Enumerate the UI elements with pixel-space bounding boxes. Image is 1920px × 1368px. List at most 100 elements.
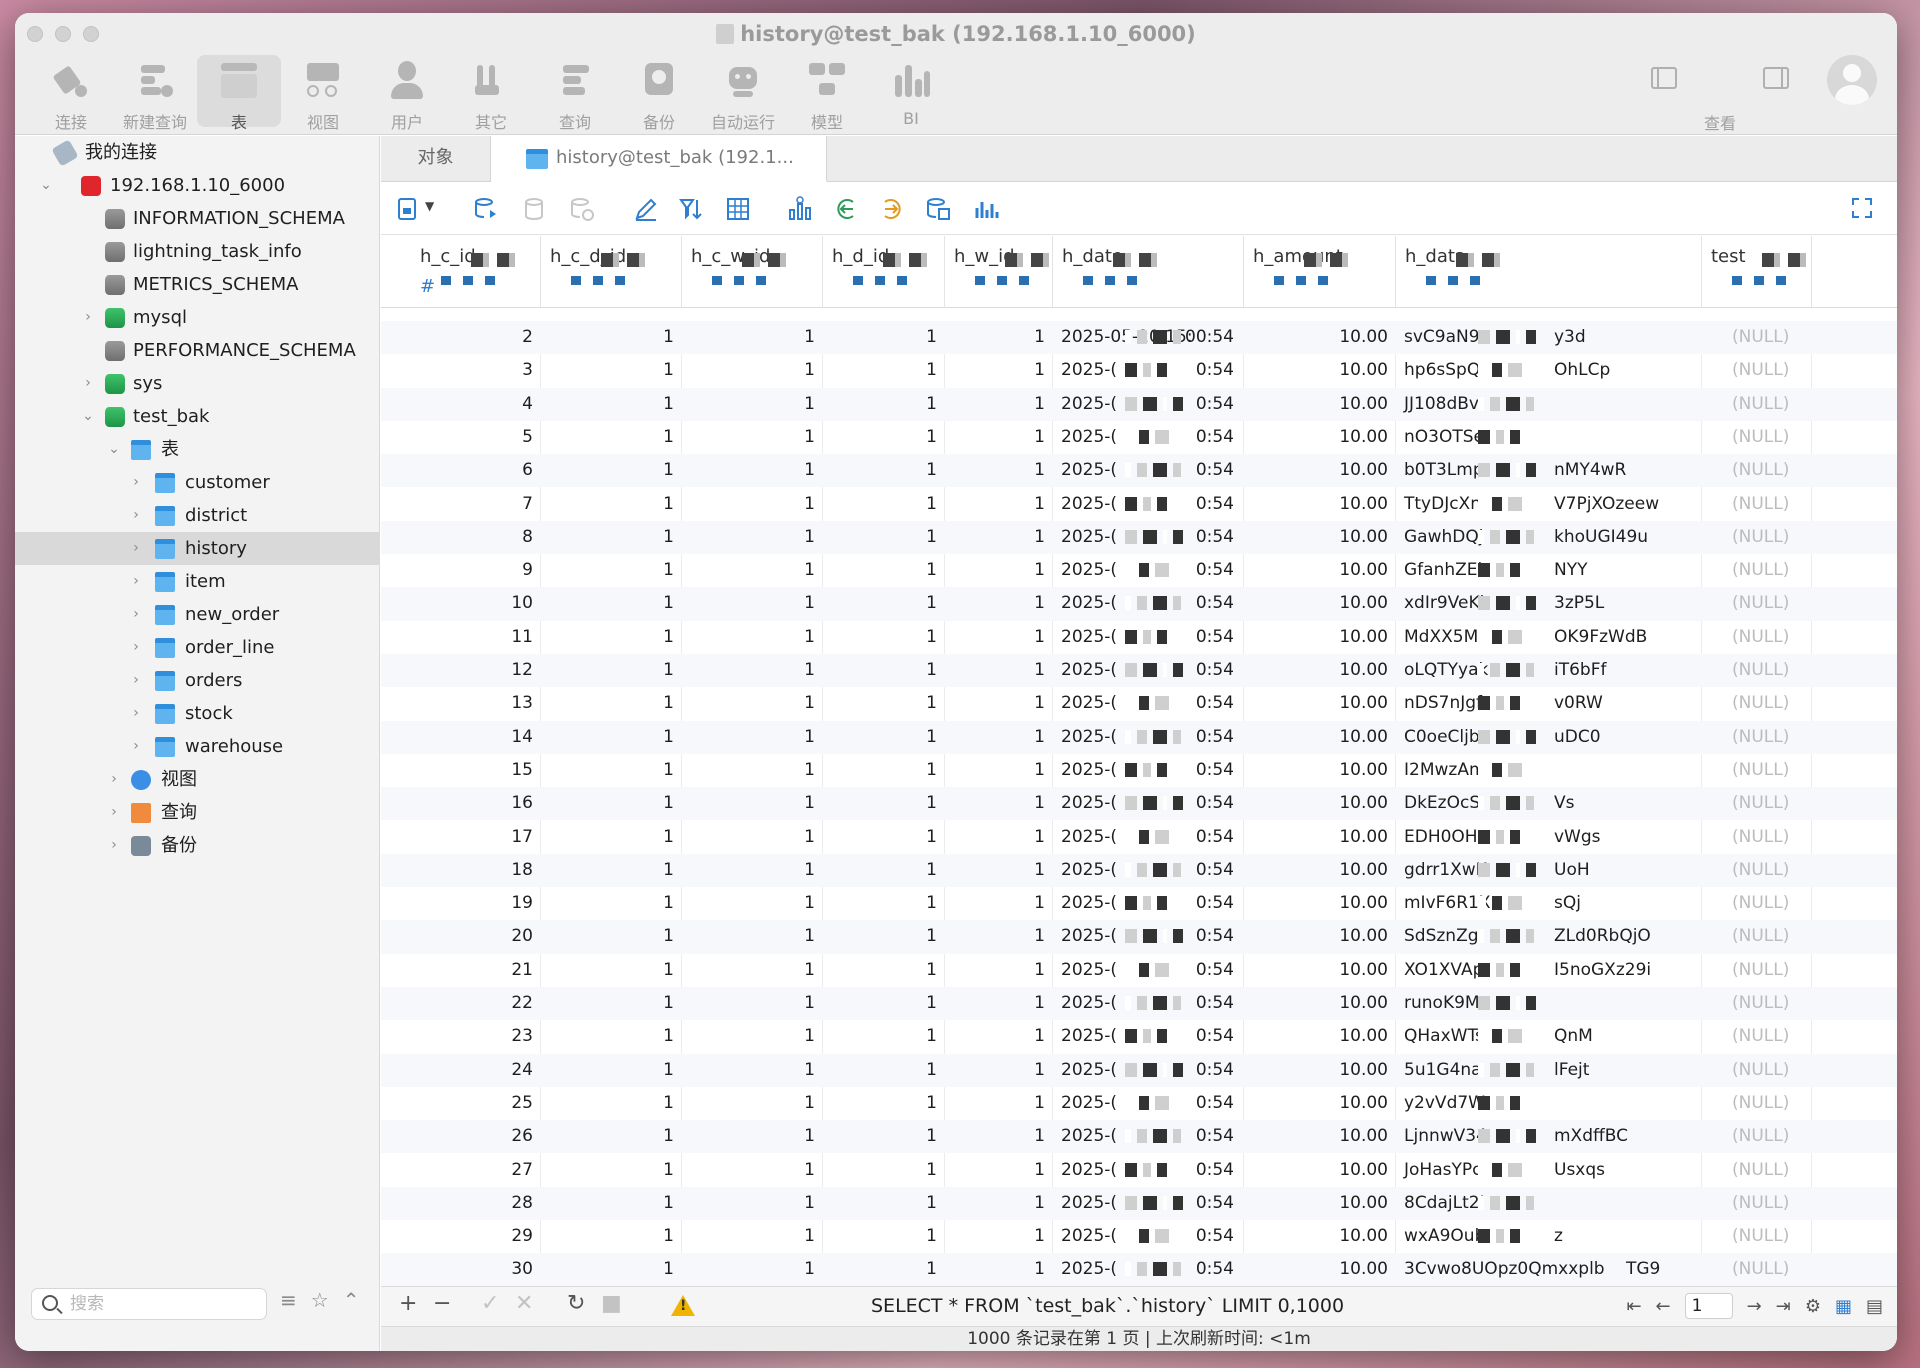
cell-h-c-id[interactable]: 5: [411, 421, 541, 454]
table-row[interactable]: 27 1 1 1 1 2025-(0:54 10.00 JoHasYPc Usxqs (NULL): [381, 1154, 1897, 1187]
cell-h-w-id[interactable]: 1: [945, 687, 1053, 720]
cell-h-amount[interactable]: 10.00: [1244, 721, 1396, 754]
column-header[interactable]: test: [1702, 236, 1812, 308]
column-header[interactable]: h_date: [1053, 236, 1244, 308]
cell-h-data[interactable]: wxA9Oub z: [1396, 1220, 1702, 1253]
cell-h-c-w-id[interactable]: 1: [682, 854, 823, 887]
cell-h-w-id[interactable]: 1: [945, 621, 1053, 654]
column-header[interactable]: h_c_d_id: [541, 236, 682, 308]
cell-h-c-id[interactable]: 3: [411, 354, 541, 387]
tree-table-item[interactable]: › item: [15, 565, 380, 598]
chevron-right-icon[interactable]: ›: [129, 598, 143, 631]
table-row[interactable]: 9 1 1 1 1 2025-(0:54 10.00 GfanhZEi NYY (NULL): [381, 554, 1897, 587]
cell-h-w-id[interactable]: 1: [945, 1187, 1053, 1220]
cell-h-c-d-id[interactable]: 1: [541, 1087, 682, 1120]
tree-db-information-schema[interactable]: INFORMATION_SCHEMA: [15, 202, 380, 235]
cell-h-date[interactable]: 2025-(0:54: [1053, 488, 1244, 521]
cell-h-w-id[interactable]: 1: [945, 1020, 1053, 1053]
cell-h-date[interactable]: 2025-(0:54: [1053, 687, 1244, 720]
cell-h-w-id[interactable]: 1: [945, 587, 1053, 620]
cell-test[interactable]: (NULL): [1702, 1054, 1812, 1087]
cell-h-c-id[interactable]: 8: [411, 521, 541, 554]
table-row[interactable]: 4 1 1 1 1 2025-(0:54 10.00 JJ108dBv (NULL): [381, 387, 1897, 421]
cell-h-c-w-id[interactable]: 1: [682, 1154, 823, 1187]
cell-h-d-id[interactable]: 1: [823, 754, 945, 787]
cell-h-c-w-id[interactable]: 1: [682, 1054, 823, 1087]
tree-db-metrics[interactable]: METRICS_SCHEMA: [15, 268, 380, 301]
export-icon[interactable]: [879, 196, 905, 222]
cell-h-data[interactable]: nDS7nJgf v0RW: [1396, 687, 1702, 720]
cell-h-c-w-id[interactable]: 1: [682, 421, 823, 454]
tree-connection[interactable]: ⌄ 192.168.1.10_6000: [15, 169, 380, 202]
chevron-down-icon[interactable]: ⌄: [39, 169, 53, 202]
cell-h-data[interactable]: GawhDQj khoUGI49u: [1396, 521, 1702, 554]
cell-h-amount[interactable]: 10.00: [1244, 987, 1396, 1020]
cell-h-date[interactable]: 2025-(0:54: [1053, 1054, 1244, 1087]
table-row[interactable]: 3 1 1 1 1 2025-(0:54 10.00 hp6sSpQ: OhLCp (NULL): [381, 354, 1897, 387]
cell-h-date[interactable]: 2025-(0:54: [1053, 721, 1244, 754]
cell-h-w-id[interactable]: 1: [945, 954, 1053, 987]
cell-h-date[interactable]: 2025-(0:54: [1053, 421, 1244, 454]
cell-h-w-id[interactable]: 1: [945, 521, 1053, 554]
cell-test[interactable]: (NULL): [1702, 421, 1812, 454]
cell-h-c-w-id[interactable]: 1: [682, 721, 823, 754]
grid-mode-icon[interactable]: ▦: [1835, 1296, 1852, 1317]
cell-h-amount[interactable]: 10.00: [1244, 454, 1396, 487]
cell-h-c-w-id[interactable]: 1: [682, 388, 823, 421]
cell-test[interactable]: (NULL): [1702, 787, 1812, 820]
cell-h-w-id[interactable]: 1: [945, 1054, 1053, 1087]
cell-h-c-d-id[interactable]: 1: [541, 987, 682, 1020]
cell-h-w-id[interactable]: 1: [945, 787, 1053, 820]
cell-h-d-id[interactable]: 1: [823, 787, 945, 820]
table-row[interactable]: 8 1 1 1 1 2025-(0:54 10.00 GawhDQj khoUGI49u (NUL…: [381, 520, 1897, 555]
cell-h-c-w-id[interactable]: 1: [682, 821, 823, 854]
cell-h-w-id[interactable]: 1: [945, 721, 1053, 754]
cell-h-c-d-id[interactable]: 1: [541, 821, 682, 854]
cell-h-data[interactable]: xdIr9VeKl 3zP5L: [1396, 587, 1702, 620]
toolbar-other-button[interactable]: 其它: [449, 55, 533, 132]
cell-h-c-d-id[interactable]: 1: [541, 488, 682, 521]
cell-test[interactable]: (NULL): [1702, 521, 1812, 554]
cell-h-c-w-id[interactable]: 1: [682, 1020, 823, 1053]
cell-h-c-id[interactable]: 24: [411, 1054, 541, 1087]
cell-h-w-id[interactable]: 1: [945, 1220, 1053, 1253]
cell-h-date[interactable]: 2025-(0:54: [1053, 954, 1244, 987]
cell-h-date[interactable]: 2025-(0:54: [1053, 554, 1244, 587]
cell-h-date[interactable]: 2025-(0:54: [1053, 754, 1244, 787]
cell-test[interactable]: (NULL): [1702, 920, 1812, 953]
column-header[interactable]: h_data: [1396, 236, 1702, 308]
cell-h-d-id[interactable]: 1: [823, 1020, 945, 1053]
cell-h-c-w-id[interactable]: 1: [682, 1220, 823, 1253]
cell-h-w-id[interactable]: 1: [945, 654, 1053, 687]
cell-h-data[interactable]: C0oeCljbt uDC0: [1396, 721, 1702, 754]
cell-h-c-d-id[interactable]: 1: [541, 1253, 682, 1286]
cell-h-data[interactable]: mIvF6R1X sQj: [1396, 887, 1702, 920]
cell-h-d-id[interactable]: 1: [823, 1120, 945, 1153]
table-row[interactable]: 26 1 1 1 1 2025-(0:54 10.00 LjnnwV34 mXdffBC (NUL…: [381, 1120, 1897, 1154]
cell-h-d-id[interactable]: 1: [823, 920, 945, 953]
cell-h-date[interactable]: 2025-(0:54: [1053, 354, 1244, 387]
settings-gear-icon[interactable]: ⚙: [1805, 1296, 1821, 1317]
cell-h-data[interactable]: gdrr1XwK UoH: [1396, 854, 1702, 887]
table-row[interactable]: 211112025-05-20 15:00:5410.00svC9aN9vy3d…: [381, 321, 1897, 355]
cell-h-w-id[interactable]: 1: [945, 1154, 1053, 1187]
chevron-right-icon[interactable]: ›: [81, 301, 95, 334]
table-row[interactable]: 23 1 1 1 1 2025-(0:54 10.00 QHaxWTs QnM (NULL): [381, 1020, 1897, 1053]
cell-h-date[interactable]: 2025-(0:54: [1053, 787, 1244, 820]
cell-test[interactable]: (NULL): [1702, 621, 1812, 654]
cell-test[interactable]: (NULL): [1702, 987, 1812, 1020]
cell-h-w-id[interactable]: 1: [945, 1120, 1053, 1153]
cell-h-w-id[interactable]: 1: [945, 887, 1053, 920]
cell-h-c-id[interactable]: 20: [411, 920, 541, 953]
cell-h-data[interactable]: MdXX5Mr OK9FzWdB: [1396, 621, 1702, 654]
chevron-right-icon[interactable]: ›: [129, 730, 143, 763]
table-row[interactable]: 19 1 1 1 1 2025-(0:54 10.00 mIvF6R1X sQj (NULL): [381, 887, 1897, 920]
collapse-icon[interactable]: ⌃: [343, 1288, 360, 1312]
sidebar-search-input[interactable]: 搜索: [31, 1288, 267, 1320]
cell-h-amount[interactable]: 10.00: [1244, 887, 1396, 920]
star-icon[interactable]: ☆: [311, 1288, 329, 1312]
cell-h-c-d-id[interactable]: 1: [541, 587, 682, 620]
delete-row-button[interactable]: −: [433, 1291, 451, 1316]
tree-table-order-line[interactable]: › order_line: [15, 631, 380, 664]
cell-test[interactable]: (NULL): [1702, 721, 1812, 754]
